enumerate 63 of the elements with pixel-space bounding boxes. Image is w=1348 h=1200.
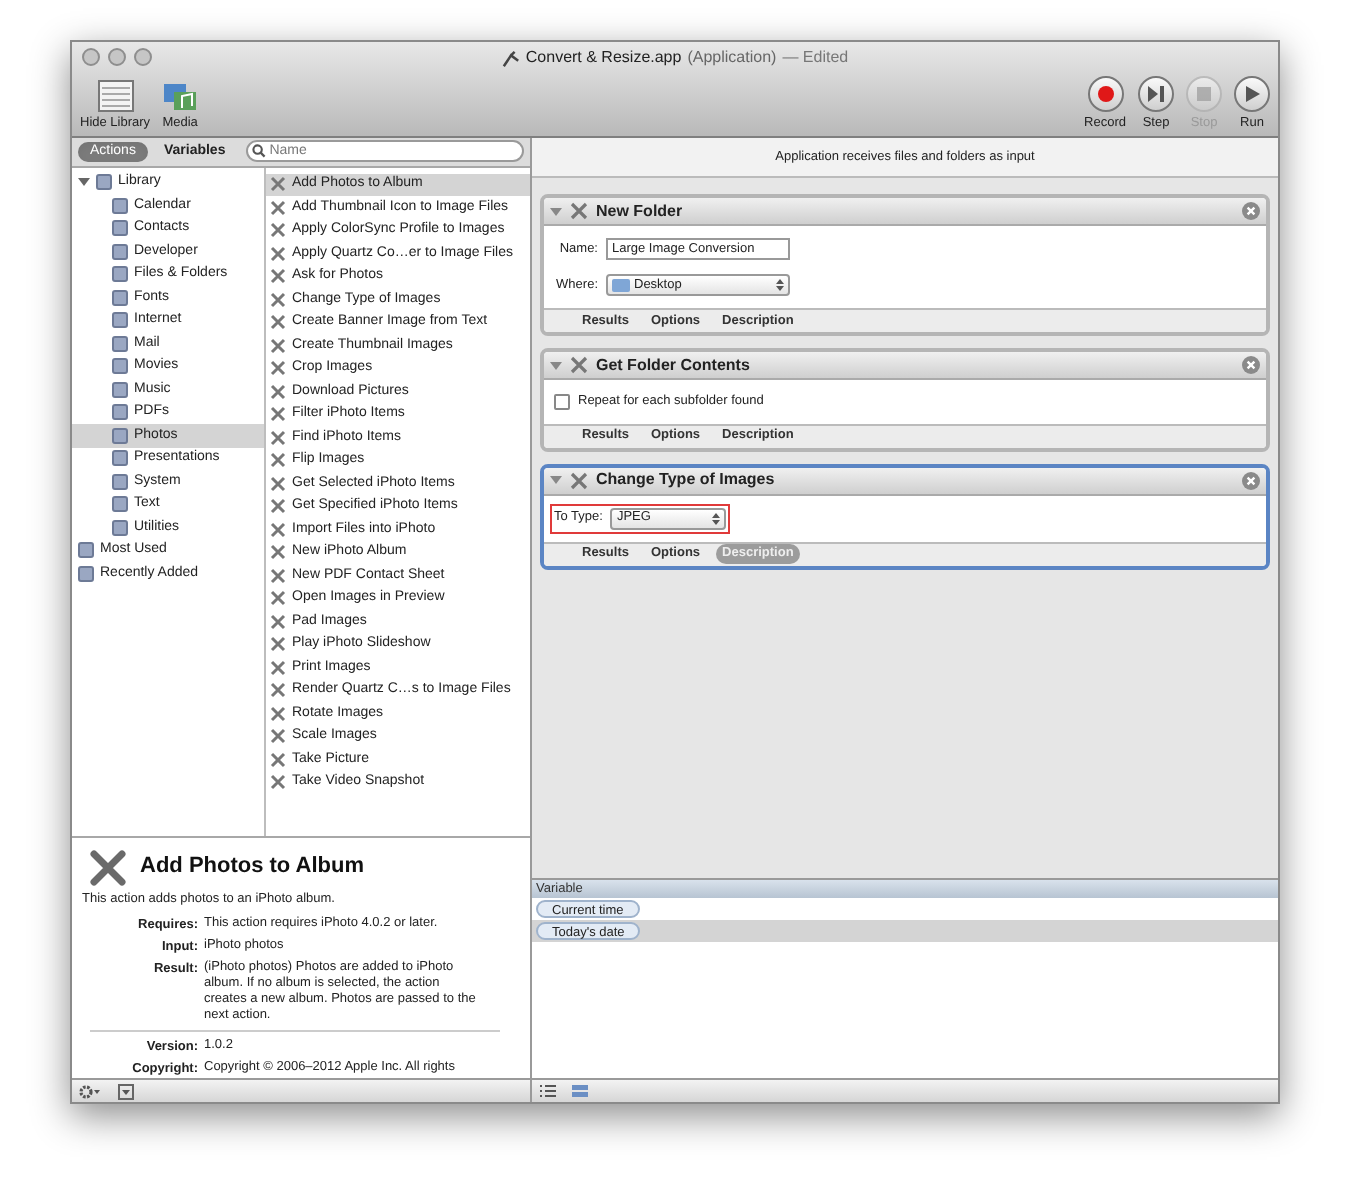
crossed-tools-icon	[270, 268, 286, 285]
crossed-tools-icon	[570, 202, 588, 220]
stop-icon	[1194, 84, 1214, 105]
sidebar-icon	[97, 80, 134, 113]
crossed-tools-icon	[270, 475, 286, 492]
action-title: Get Folder Contents	[596, 353, 752, 377]
disclosure-triangle-icon[interactable]	[550, 359, 562, 371]
crossed-tools-icon	[270, 383, 286, 400]
close-icon[interactable]	[1242, 471, 1260, 490]
record-icon	[1095, 84, 1116, 105]
crossed-tools-icon	[270, 590, 286, 607]
edit-status: — Edited	[782, 46, 849, 70]
crossed-tools-icon	[270, 521, 286, 538]
list-view-icon[interactable]	[540, 1084, 556, 1098]
collapse-icon[interactable]	[118, 1083, 134, 1100]
disclosure-triangle-icon[interactable]	[550, 205, 562, 217]
description-title: Add Photos to Album	[140, 852, 365, 883]
flow-view-icon[interactable]	[572, 1084, 588, 1098]
window-title: Convert & Resize.app	[525, 46, 682, 70]
disclosure-triangle-icon[interactable]	[78, 176, 90, 189]
crossed-tools-icon	[270, 613, 286, 630]
window-subtitle: (Application)	[687, 46, 777, 70]
folder-icon	[612, 278, 630, 292]
crossed-tools-icon	[270, 337, 286, 354]
gear-icon[interactable]	[78, 1083, 102, 1100]
crossed-tools-icon	[270, 291, 286, 308]
crossed-tools-icon	[270, 544, 286, 561]
crossed-tools-icon	[270, 429, 286, 446]
crossed-tools-icon	[270, 682, 286, 699]
crossed-tools-icon	[270, 199, 286, 216]
crossed-tools-icon	[270, 452, 286, 469]
crossed-tools-icon	[270, 406, 286, 423]
crossed-tools-icon	[270, 774, 286, 791]
stepper-arrows-icon	[776, 278, 784, 292]
close-window-button[interactable]	[82, 48, 100, 66]
stepper-arrows-icon	[712, 511, 721, 526]
crossed-tools-icon	[270, 498, 286, 515]
play-icon	[1242, 84, 1262, 105]
crossed-tools-icon	[270, 176, 286, 193]
crossed-tools-icon	[270, 314, 286, 331]
media-icon	[162, 80, 199, 113]
crossed-tools-icon	[570, 356, 588, 374]
disclosure-triangle-icon[interactable]	[550, 474, 562, 487]
crossed-tools-icon	[270, 728, 286, 745]
crossed-tools-icon	[570, 471, 588, 490]
crossed-tools-icon	[270, 636, 286, 653]
minimize-window-button[interactable]	[108, 48, 126, 66]
crossed-tools-icon	[270, 751, 286, 768]
step-icon	[1146, 84, 1166, 105]
checkbox[interactable]	[554, 393, 570, 410]
crossed-tools-icon	[270, 567, 286, 584]
close-icon[interactable]	[1242, 202, 1260, 220]
crossed-tools-icon	[270, 659, 286, 676]
crossed-tools-icon	[270, 222, 286, 239]
action-title: Change Type of Images	[596, 468, 777, 493]
crossed-tools-icon	[270, 360, 286, 377]
crossed-tools-icon	[270, 705, 286, 722]
action-title: New Folder	[596, 199, 685, 223]
crossed-tools-icon	[88, 849, 128, 886]
crossed-tools-icon	[270, 245, 286, 262]
close-icon[interactable]	[1242, 356, 1260, 374]
search-icon	[251, 144, 266, 159]
zoom-window-button[interactable]	[134, 48, 152, 66]
